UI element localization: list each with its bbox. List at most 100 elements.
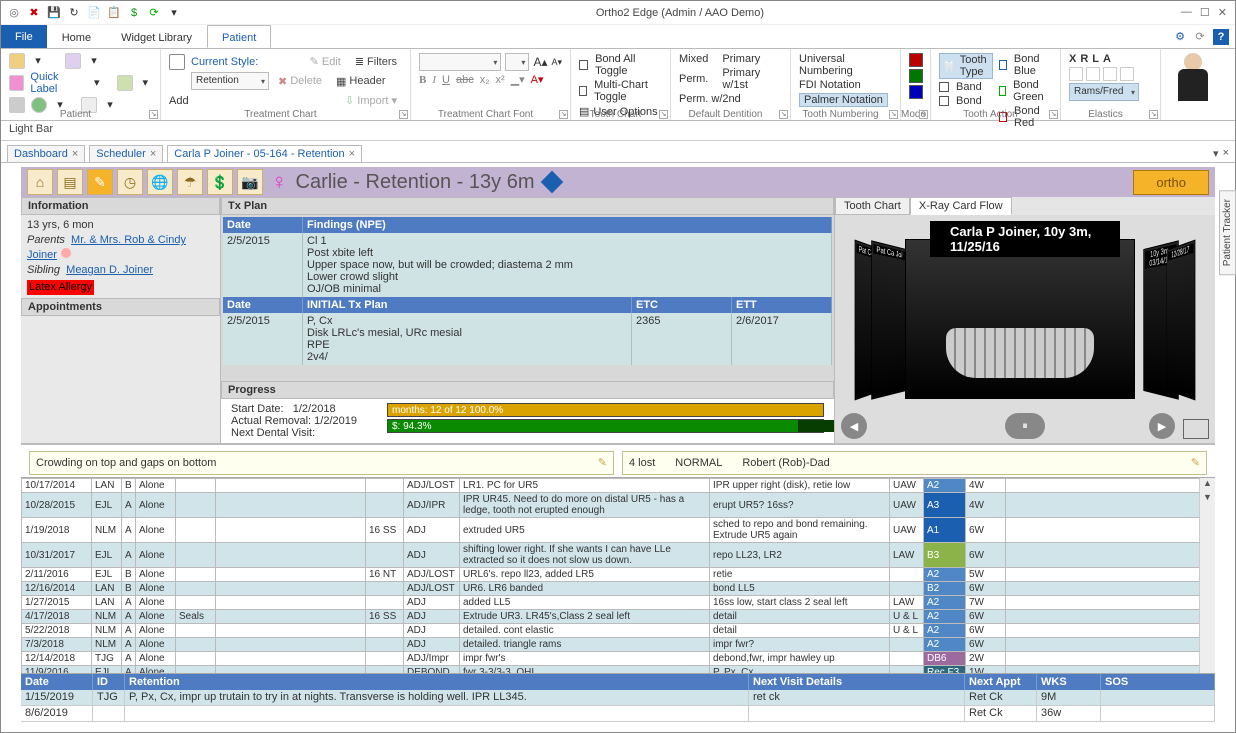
footer-row[interactable]: 8/6/2019Ret Ck36w [21, 706, 1215, 722]
tooth-type-icon[interactable]: 🦷 [942, 60, 956, 73]
sub-button[interactable]: x₂ [480, 74, 490, 86]
table-row[interactable]: 1/19/2018NLMAAlone16 SSADJextruded UR5sc… [22, 518, 1215, 543]
header-button[interactable]: ▦Header [331, 73, 390, 90]
table-row[interactable]: 10/28/2015EJLAAloneADJ/IPRIPR UR45. Need… [22, 493, 1215, 518]
home-tab[interactable]: Home [47, 25, 106, 48]
xray-next-button[interactable]: ▶ [1149, 413, 1175, 439]
toothaction-launcher[interactable]: ↘ [1049, 110, 1058, 119]
sync-icon[interactable]: ⟳ [147, 6, 161, 20]
table-row[interactable]: 11/9/2016EJLAAloneDEBONDfwr 3-3/3-3. OHI… [22, 666, 1215, 675]
pencil-icon[interactable]: ✎ [598, 456, 607, 469]
table-row[interactable]: 10/31/2017EJLAAloneADJshifting lower rig… [22, 543, 1215, 568]
bold-button[interactable]: B [419, 74, 426, 86]
dec-font-icon[interactable]: A▾ [551, 57, 562, 68]
target-icon[interactable]: ◎ [7, 6, 21, 20]
elastics-combo[interactable]: Rams/Fred [1069, 83, 1139, 101]
globe-icon[interactable]: 🌐 [147, 169, 173, 195]
filters-button[interactable]: ≣Filters [350, 53, 402, 70]
tooth-chart-tab[interactable]: Tooth Chart [835, 197, 910, 215]
camera-icon[interactable]: 📷 [237, 169, 263, 195]
gear-icon[interactable]: ⚙ [1173, 30, 1187, 44]
fontcolor-button[interactable]: A▾ [531, 73, 544, 86]
perm2nd-opt[interactable]: Perm. w/2nd [679, 93, 741, 105]
patient1-icon[interactable] [9, 53, 25, 69]
doc-icon[interactable]: 📄 [87, 6, 101, 20]
close-icon[interactable]: ✕ [1218, 6, 1227, 19]
save-icon[interactable]: 💾 [47, 6, 61, 20]
r-slot[interactable] [1086, 67, 1100, 81]
patient-tab[interactable]: Patient [207, 25, 271, 48]
treatment-grid[interactable]: 10/17/2014LANBAloneADJ/LOSTLR1. PC for U… [21, 477, 1215, 674]
scrollbar[interactable]: ▲▼ [1199, 478, 1215, 673]
notes-left[interactable]: Crowding on top and gaps on bottom ✎ [29, 451, 614, 475]
clipboard-icon[interactable]: 📋 [107, 6, 121, 20]
close-icon[interactable]: × [349, 148, 355, 160]
mode-red[interactable] [909, 53, 923, 67]
style-combo[interactable]: Retention [191, 72, 269, 90]
file-tab[interactable]: File [1, 25, 47, 48]
maximize-icon[interactable]: ☐ [1200, 6, 1210, 19]
money-icon[interactable]: $ [127, 6, 141, 20]
mode-blue[interactable] [909, 85, 923, 99]
size-combo[interactable] [505, 53, 529, 71]
numbering-launcher[interactable]: ↘ [889, 110, 898, 119]
refresh-icon-right[interactable]: ⟳ [1193, 30, 1207, 44]
money-icon[interactable]: 💲 [207, 169, 233, 195]
inc-font-icon[interactable]: A▴ [533, 55, 547, 69]
fdi-opt[interactable]: FDI Notation [799, 79, 861, 91]
close-icon[interactable]: × [150, 148, 156, 160]
close-icon[interactable]: × [72, 148, 78, 160]
pencil-icon[interactable]: ✎ [1191, 456, 1200, 469]
xray-flow-tab[interactable]: X-Ray Card Flow [910, 197, 1012, 215]
font-launcher[interactable]: ↘ [559, 110, 568, 119]
mode-green[interactable] [909, 69, 923, 83]
patient3-icon[interactable] [117, 75, 132, 91]
overflow-icon[interactable]: ▾ [167, 6, 181, 20]
style-icon[interactable] [169, 54, 185, 70]
user-avatar[interactable] [1169, 51, 1217, 106]
primary-opt[interactable]: Primary [722, 53, 760, 65]
patient-doc-tab[interactable]: Carla P Joiner - 05-164 - Retention× [167, 145, 362, 162]
table-row[interactable]: 4/17/2018NLMAAloneSeals16 SSADJExtrude U… [22, 610, 1215, 624]
alert-diamond-icon[interactable] [541, 171, 564, 194]
primary1st-opt[interactable]: Primary w/1st [722, 67, 782, 91]
table-row[interactable]: 2/11/2016EJLBAlone16 NTADJ/LOSTURL6's. r… [22, 568, 1215, 582]
l-slot[interactable] [1103, 67, 1117, 81]
notes-right[interactable]: 4 lost NORMAL Robert (Rob)-Dad ✎ [622, 451, 1207, 475]
patient-tracker-tab[interactable]: Patient Tracker [1219, 190, 1236, 275]
parents-alert-icon[interactable] [61, 248, 71, 258]
dashboard-tab[interactable]: Dashboard× [7, 145, 85, 162]
footer-row[interactable]: 1/15/2019TJGP, Px, Cx, impr up trutain t… [21, 690, 1215, 706]
refresh-icon[interactable]: ↻ [67, 6, 81, 20]
form-icon[interactable]: ▤ [57, 169, 83, 195]
highlight-button[interactable]: ▁▾ [511, 73, 525, 86]
mixed-opt[interactable]: Mixed [679, 53, 708, 65]
dropdown-icon[interactable]: ▾ [31, 54, 45, 68]
notes-icon[interactable]: ✎ [87, 169, 113, 195]
quick-label-link[interactable]: Quick Label [30, 71, 86, 95]
table-row[interactable]: 12/16/2014LANBAloneADJ/LOSTUR6. LR6 band… [22, 582, 1215, 596]
tabs-close-icon[interactable]: × [1223, 147, 1229, 160]
widget-library-tab[interactable]: Widget Library [106, 25, 207, 48]
xray-prev-button[interactable]: ◀ [841, 413, 867, 439]
scheduler-tab[interactable]: Scheduler× [89, 145, 163, 162]
minimize-icon[interactable]: — [1181, 6, 1192, 19]
sibling-link[interactable]: Meagan D. Joiner [66, 264, 153, 276]
font-combo[interactable] [419, 53, 501, 71]
toothchart-launcher[interactable]: ↘ [659, 110, 668, 119]
add-label[interactable]: Add [169, 95, 189, 107]
table-row[interactable]: 7/3/2018NLMAAloneADJdetailed. triangle r… [22, 638, 1215, 652]
table-row[interactable]: 12/14/2018TJGAAloneADJ/Imprimpr fwr'sdeb… [22, 652, 1215, 666]
close-record-icon[interactable]: ✖ [27, 6, 41, 20]
table-row[interactable]: 1/27/2015LANAAloneADJadded LL516ss low, … [22, 596, 1215, 610]
palmer-opt[interactable]: Palmer Notation [799, 93, 888, 107]
mode-launcher[interactable]: ↘ [919, 110, 928, 119]
italic-button[interactable]: I [432, 74, 436, 86]
label-icon[interactable] [9, 75, 24, 91]
patient-group-launcher[interactable]: ↘ [149, 110, 158, 119]
dropdown-icon[interactable]: ▾ [87, 54, 101, 68]
treatment-chart-launcher[interactable]: ↘ [399, 110, 408, 119]
help-icon[interactable]: ? [1213, 29, 1229, 45]
ortho-button[interactable]: ortho [1133, 170, 1209, 195]
a-slot[interactable] [1120, 67, 1134, 81]
